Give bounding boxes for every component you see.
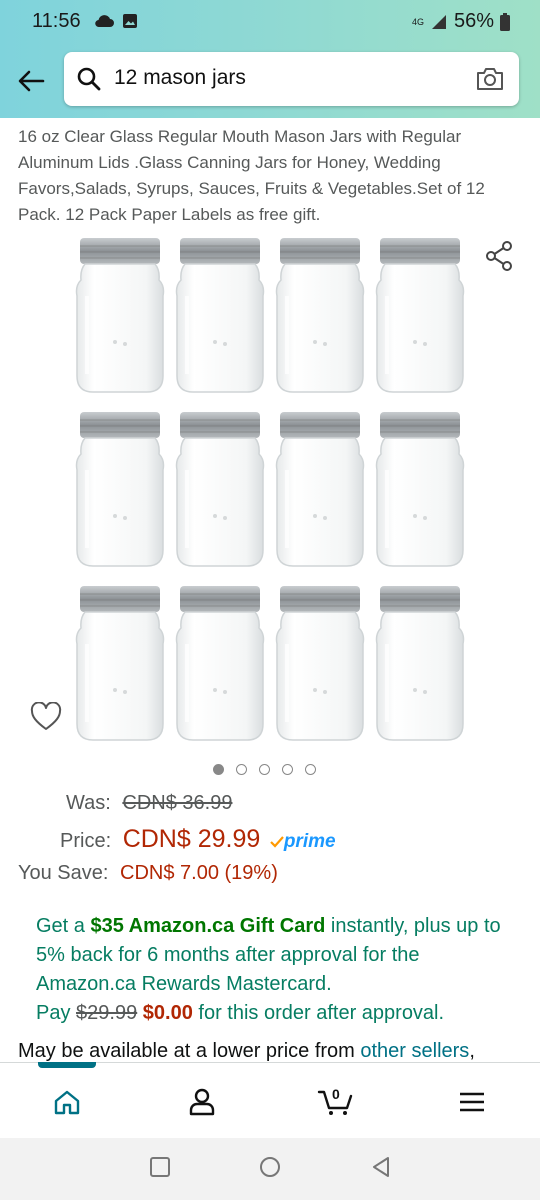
signal-icon	[431, 14, 446, 29]
promo-text: Pay	[36, 1002, 77, 1024]
arrow-left-icon	[18, 70, 45, 92]
save-label: You Save:	[18, 862, 109, 884]
cloud-icon	[95, 15, 114, 28]
mason-jar	[75, 238, 165, 393]
carousel-dot[interactable]	[282, 764, 293, 775]
mason-jar	[175, 238, 265, 393]
battery-percent: 56%	[453, 10, 494, 32]
prime-badge[interactable]: prime	[270, 830, 336, 852]
availability-label: May be available at a lower price from	[18, 1040, 361, 1062]
mason-jar	[275, 412, 365, 567]
back-triangle-icon[interactable]	[370, 1156, 392, 1178]
search-icon	[77, 67, 101, 91]
mason-jar	[175, 586, 265, 741]
mason-jar	[375, 412, 465, 567]
nav-account[interactable]	[182, 1082, 222, 1122]
promo-old-price: $29.99	[76, 1002, 138, 1024]
promo-text: for this order after approval.	[192, 1002, 445, 1024]
prime-check-icon	[270, 836, 284, 848]
user-icon	[189, 1088, 215, 1116]
mason-jar	[375, 586, 465, 741]
heart-icon[interactable]	[30, 702, 62, 732]
price-label: Price:	[60, 830, 112, 852]
current-price: CDN$ 29.99	[122, 825, 261, 853]
prime-text: prime	[283, 831, 336, 852]
mason-jar	[375, 238, 465, 393]
share-icon[interactable]	[484, 240, 514, 272]
availability-text: May be available at a lower price from o…	[18, 1040, 475, 1063]
promo-text: Get a	[36, 915, 91, 937]
menu-icon	[460, 1092, 484, 1112]
back-button[interactable]	[14, 64, 48, 98]
price-row: Price: CDN$ 29.99 prime	[60, 825, 336, 854]
savings-value: CDN$ 7.00 (19%)	[120, 862, 278, 884]
nav-cart[interactable]: 0	[316, 1082, 356, 1122]
product-image[interactable]	[70, 234, 470, 754]
status-bar: 11:56 4G 56%	[0, 0, 540, 44]
gift-card-amount: $35 Amazon.ca Gift Card	[90, 915, 326, 937]
active-tab-indicator	[38, 1062, 96, 1068]
status-time: 11:56	[32, 10, 81, 32]
status-right: 4G 56%	[412, 10, 510, 33]
credit-card-promo[interactable]: Get a $35 Amazon.ca Gift Card instantly,…	[36, 912, 516, 1028]
nav-home[interactable]	[47, 1082, 87, 1122]
search-input[interactable]: 12 mason jars	[114, 66, 246, 90]
camera-icon[interactable]	[475, 66, 505, 92]
product-title[interactable]: 16 oz Clear Glass Regular Mouth Mason Ja…	[18, 124, 528, 228]
home-circle-icon[interactable]	[259, 1156, 281, 1178]
recent-apps-icon[interactable]	[149, 1156, 171, 1178]
mason-jar	[275, 238, 365, 393]
carousel-dot[interactable]	[305, 764, 316, 775]
image-carousel-dots[interactable]	[213, 764, 316, 775]
other-sellers-link[interactable]: other sellers	[360, 1040, 469, 1062]
savings-row: You Save: CDN$ 7.00 (19%)	[18, 862, 278, 885]
mason-jar	[75, 412, 165, 567]
mason-jar	[275, 586, 365, 741]
was-label: Was:	[66, 792, 111, 814]
promo-new-price: $0.00	[142, 1002, 193, 1024]
was-price: CDN$ 36.99	[122, 792, 233, 814]
battery-icon	[500, 12, 510, 31]
image-notification-icon	[123, 14, 137, 28]
mason-jar	[175, 412, 265, 567]
search-bar[interactable]: 12 mason jars	[64, 52, 519, 106]
network-type: 4G	[411, 16, 424, 27]
carousel-dot[interactable]	[259, 764, 270, 775]
availability-tail: ,	[469, 1040, 475, 1062]
nav-menu[interactable]	[452, 1082, 492, 1122]
mason-jar	[75, 586, 165, 741]
carousel-dot[interactable]	[236, 764, 247, 775]
was-price-row: Was: CDN$ 36.99	[66, 792, 232, 815]
carousel-dot[interactable]	[213, 764, 224, 775]
cart-count: 0	[332, 1086, 340, 1102]
home-icon	[54, 1090, 80, 1115]
